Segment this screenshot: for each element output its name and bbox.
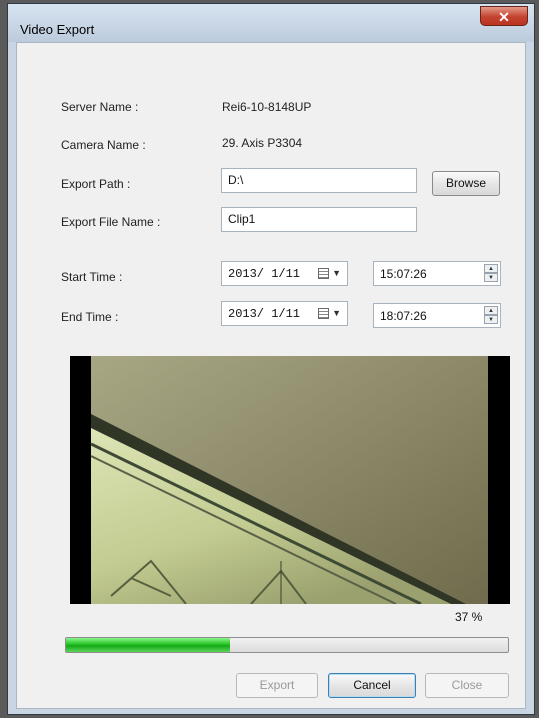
camera-frame-image — [91, 356, 488, 604]
export-file-name-label: Export File Name : — [61, 215, 161, 229]
start-time-label: Start Time : — [61, 270, 123, 284]
progress-percent: 37 % — [455, 610, 483, 624]
title-bar[interactable]: Video Export ✕ — [8, 4, 534, 42]
spin-up-icon[interactable]: ▲ — [484, 264, 498, 273]
spin-up-icon[interactable]: ▲ — [484, 306, 498, 315]
close-button[interactable]: Close — [425, 673, 509, 698]
export-path-label: Export Path : — [61, 177, 131, 191]
video-preview — [70, 356, 510, 604]
spin-down-icon[interactable]: ▼ — [484, 273, 498, 282]
calendar-icon[interactable] — [318, 268, 329, 279]
end-time-spinner[interactable]: ▲ ▼ — [484, 306, 498, 325]
close-window-button[interactable]: ✕ — [480, 6, 528, 26]
camera-frame-drawing — [91, 356, 488, 604]
end-time-label: End Time : — [61, 310, 119, 324]
browse-button[interactable]: Browse — [432, 171, 500, 196]
end-time-field[interactable]: 18:07:26 ▲ ▼ — [373, 303, 501, 328]
end-time-value: 18:07:26 — [380, 309, 427, 323]
spin-down-icon[interactable]: ▼ — [484, 315, 498, 324]
camera-name-value: 29. Axis P3304 — [222, 136, 303, 150]
dialog-content: Server Name : Rei6-10-8148UP Camera Name… — [16, 42, 526, 709]
start-time-spinner[interactable]: ▲ ▼ — [484, 264, 498, 283]
start-date-value: 2013/ 1/11 — [228, 267, 301, 281]
camera-name-label: Camera Name : — [61, 138, 146, 152]
window-title: Video Export — [20, 22, 95, 37]
end-date-value: 2013/ 1/11 — [228, 307, 301, 321]
start-date-picker[interactable]: 2013/ 1/11 ▼ — [221, 261, 348, 286]
chevron-down-icon[interactable]: ▼ — [332, 308, 341, 318]
chevron-down-icon[interactable]: ▼ — [332, 268, 341, 278]
start-time-field[interactable]: 15:07:26 ▲ ▼ — [373, 261, 501, 286]
cancel-button[interactable]: Cancel — [328, 673, 416, 698]
export-file-name-input[interactable]: Clip1 — [221, 207, 417, 232]
progress-fill — [66, 638, 230, 652]
export-path-input[interactable]: D:\ — [221, 168, 417, 193]
end-date-picker[interactable]: 2013/ 1/11 ▼ — [221, 301, 348, 326]
export-progress-bar — [65, 637, 509, 653]
export-button[interactable]: Export — [236, 673, 318, 698]
video-export-dialog: Video Export ✕ Server Name : Rei6-10-814… — [7, 3, 535, 715]
server-name-label: Server Name : — [61, 100, 139, 114]
server-name-value: Rei6-10-8148UP — [222, 100, 312, 114]
start-time-value: 15:07:26 — [380, 267, 427, 281]
calendar-icon[interactable] — [318, 308, 329, 319]
